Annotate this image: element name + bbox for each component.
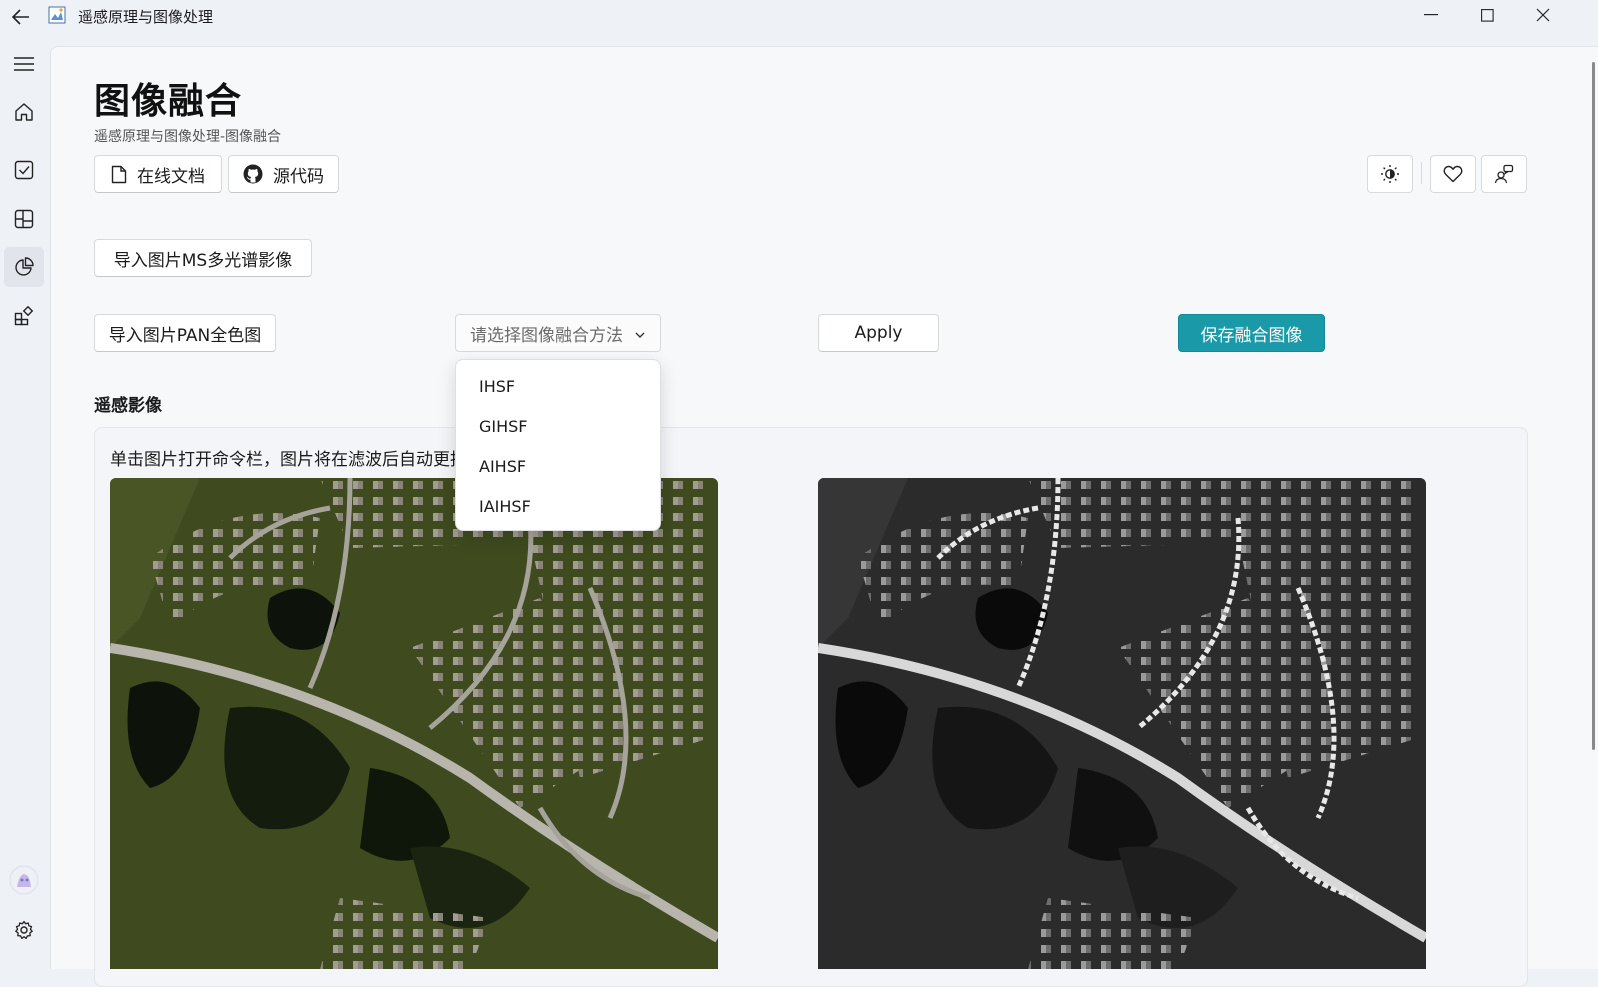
nav-menu-button[interactable] <box>4 44 44 84</box>
dropdown-option-gihsf[interactable]: GIHSF <box>479 417 528 436</box>
maximize-button[interactable] <box>1464 0 1510 30</box>
app-logo-icon <box>48 6 66 24</box>
title-bar: 遥感原理与图像处理 <box>0 0 1598 44</box>
chevron-down-icon <box>634 326 646 346</box>
checkbox-icon <box>14 160 34 180</box>
people-icon <box>1494 164 1514 184</box>
gear-icon <box>15 920 33 940</box>
heart-icon <box>1443 165 1463 183</box>
section-title: 遥感影像 <box>94 396 162 416</box>
import-ms-label: 导入图片MS多光谱影像 <box>113 250 293 271</box>
save-fused-image-button[interactable]: 保存融合图像 <box>1178 314 1325 352</box>
panel-hint-text: 单击图片打开命令栏，图片将在滤波后自动更拍 <box>110 450 467 470</box>
apply-button[interactable]: Apply <box>818 314 939 352</box>
dropdown-option-iaihsf[interactable]: IAIHSF <box>479 497 531 516</box>
page-subtitle: 遥感原理与图像处理-图像融合 <box>94 129 282 145</box>
avatar-icon <box>9 865 39 895</box>
brightness-icon <box>1381 165 1399 183</box>
nav-settings-button[interactable] <box>4 910 44 950</box>
github-icon <box>243 164 263 184</box>
page-title: 图像融合 <box>94 81 243 122</box>
navigation-rail <box>0 44 48 969</box>
import-pan-button[interactable]: 导入图片PAN全色图 <box>94 314 276 352</box>
save-fused-image-label: 保存融合图像 <box>1200 325 1303 346</box>
document-icon <box>111 165 127 184</box>
nav-item-apps[interactable] <box>4 296 44 336</box>
favorite-button[interactable] <box>1430 155 1476 193</box>
hamburger-icon <box>14 57 34 71</box>
source-code-button[interactable]: 源代码 <box>228 155 339 193</box>
dropdown-option-ihsf[interactable]: IHSF <box>479 377 515 396</box>
fusion-method-placeholder: 请选择图像融合方法 <box>470 325 623 346</box>
close-button[interactable] <box>1520 0 1566 30</box>
online-docs-button[interactable]: 在线文档 <box>94 155 222 193</box>
user-avatar[interactable] <box>4 860 44 900</box>
apps-icon <box>14 306 34 326</box>
feedback-button[interactable] <box>1481 155 1527 193</box>
dropdown-option-aihsf[interactable]: AIHSF <box>479 457 526 476</box>
home-icon <box>15 103 33 121</box>
nav-item-tasks[interactable] <box>4 150 44 190</box>
import-pan-label: 导入图片PAN全色图 <box>108 325 262 346</box>
nav-item-home[interactable] <box>4 92 44 132</box>
nav-item-layout[interactable] <box>4 199 44 239</box>
back-button[interactable] <box>6 2 36 32</box>
layout-grid-icon <box>14 209 34 229</box>
toolbar-separator <box>1421 162 1422 184</box>
apply-label: Apply <box>854 323 903 343</box>
source-code-label: 源代码 <box>273 166 324 187</box>
pie-chart-icon <box>15 257 34 276</box>
minimize-button[interactable] <box>1408 0 1454 30</box>
theme-toggle-button[interactable] <box>1367 155 1413 193</box>
fusion-method-dropdown: IHSF GIHSF AIHSF IAIHSF <box>455 359 661 531</box>
nav-item-charts[interactable] <box>4 247 44 287</box>
vertical-scrollbar[interactable] <box>1592 62 1595 750</box>
window-title: 遥感原理与图像处理 <box>78 8 214 26</box>
pan-image[interactable] <box>818 478 1426 969</box>
online-docs-label: 在线文档 <box>137 166 205 187</box>
fusion-method-combobox[interactable]: 请选择图像融合方法 <box>455 314 661 352</box>
back-arrow-icon <box>12 9 29 25</box>
import-ms-button[interactable]: 导入图片MS多光谱影像 <box>94 239 312 277</box>
ms-image[interactable] <box>110 478 718 969</box>
